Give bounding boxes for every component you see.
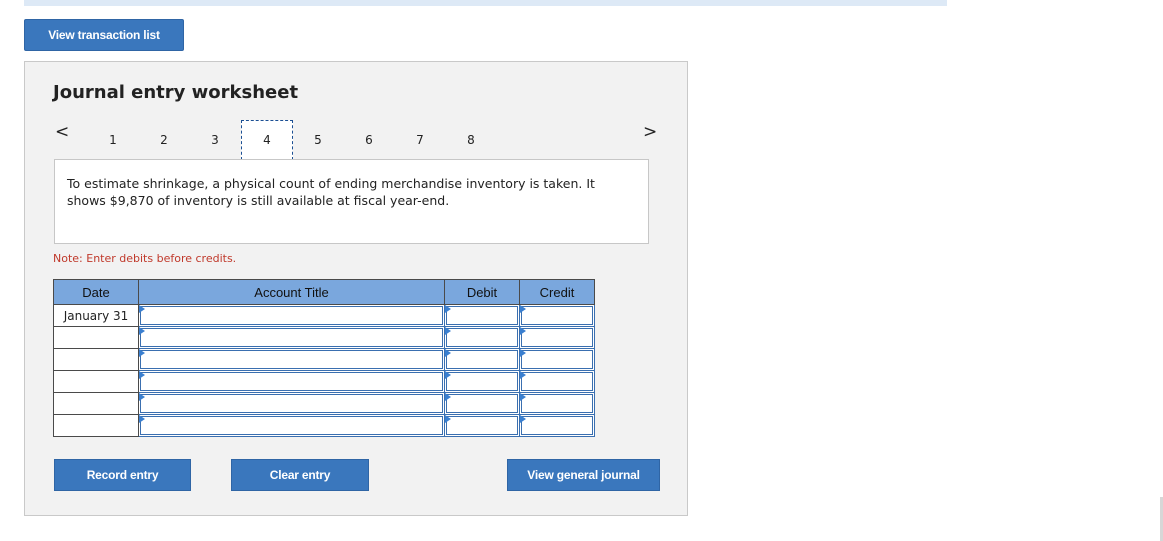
date-cell[interactable] <box>53 414 139 437</box>
page-tab-3[interactable]: 3 <box>189 120 241 160</box>
credit-input[interactable] <box>519 348 595 371</box>
debits-note: Note: Enter debits before credits. <box>53 252 237 265</box>
flag-icon <box>520 349 526 357</box>
page-tab-2[interactable]: 2 <box>138 120 190 160</box>
table-row: January 31 <box>53 304 595 327</box>
dropdown-flag-icon <box>139 393 145 401</box>
debit-input[interactable] <box>444 304 520 327</box>
account-title-input[interactable] <box>138 370 445 393</box>
flag-icon <box>445 327 451 335</box>
debit-input[interactable] <box>444 348 520 371</box>
flag-icon <box>520 327 526 335</box>
flag-icon <box>445 415 451 423</box>
page-tab-4[interactable]: 4 <box>241 120 293 160</box>
table-row <box>53 348 595 371</box>
page-tab-8[interactable]: 8 <box>445 120 497 160</box>
worksheet-title: Journal entry worksheet <box>53 82 299 103</box>
credit-input[interactable] <box>519 370 595 393</box>
debit-header: Debit <box>444 279 520 305</box>
account-title-input[interactable] <box>138 304 445 327</box>
flag-icon <box>445 349 451 357</box>
debit-input[interactable] <box>444 392 520 415</box>
date-cell[interactable] <box>53 326 139 349</box>
view-general-journal-button[interactable]: View general journal <box>507 459 660 491</box>
top-banner-strip <box>24 0 947 6</box>
flag-icon <box>520 415 526 423</box>
dropdown-flag-icon <box>139 415 145 423</box>
journal-entry-table: Date Account Title Debit Credit January … <box>53 279 595 437</box>
debit-input[interactable] <box>444 414 520 437</box>
date-header: Date <box>53 279 139 305</box>
page-tab-6[interactable]: 6 <box>343 120 395 160</box>
table-row <box>53 414 595 437</box>
flag-icon <box>520 305 526 313</box>
dropdown-flag-icon <box>139 305 145 313</box>
flag-icon <box>520 371 526 379</box>
record-entry-button[interactable]: Record entry <box>54 459 191 491</box>
flag-icon <box>445 393 451 401</box>
credit-input[interactable] <box>519 414 595 437</box>
credit-input[interactable] <box>519 326 595 349</box>
view-transaction-list-button[interactable]: View transaction list <box>24 19 184 51</box>
account-title-input[interactable] <box>138 348 445 371</box>
date-cell[interactable] <box>53 370 139 393</box>
credit-input[interactable] <box>519 304 595 327</box>
journal-entry-worksheet-panel: Journal entry worksheet < > 1 2 3 4 5 6 … <box>24 61 688 516</box>
dropdown-flag-icon <box>139 371 145 379</box>
date-cell[interactable] <box>53 392 139 415</box>
dropdown-flag-icon <box>139 327 145 335</box>
dropdown-flag-icon <box>139 349 145 357</box>
page-tab-5[interactable]: 5 <box>292 120 344 160</box>
page-tab-7[interactable]: 7 <box>394 120 446 160</box>
debit-input[interactable] <box>444 370 520 393</box>
date-cell: January 31 <box>53 304 139 327</box>
credit-input[interactable] <box>519 392 595 415</box>
flag-icon <box>445 371 451 379</box>
table-row <box>53 392 595 415</box>
table-row <box>53 326 595 349</box>
flag-icon <box>520 393 526 401</box>
account-title-input[interactable] <box>138 414 445 437</box>
account-title-input[interactable] <box>138 392 445 415</box>
debit-input[interactable] <box>444 326 520 349</box>
table-row <box>53 370 595 393</box>
account-title-header: Account Title <box>138 279 445 305</box>
date-cell[interactable] <box>53 348 139 371</box>
transaction-description: To estimate shrinkage, a physical count … <box>54 159 649 244</box>
page-tabs: 1 2 3 4 5 6 7 8 <box>25 120 687 160</box>
clear-entry-button[interactable]: Clear entry <box>231 459 369 491</box>
account-title-input[interactable] <box>138 326 445 349</box>
flag-icon <box>445 305 451 313</box>
page-tab-1[interactable]: 1 <box>87 120 139 160</box>
credit-header: Credit <box>519 279 595 305</box>
